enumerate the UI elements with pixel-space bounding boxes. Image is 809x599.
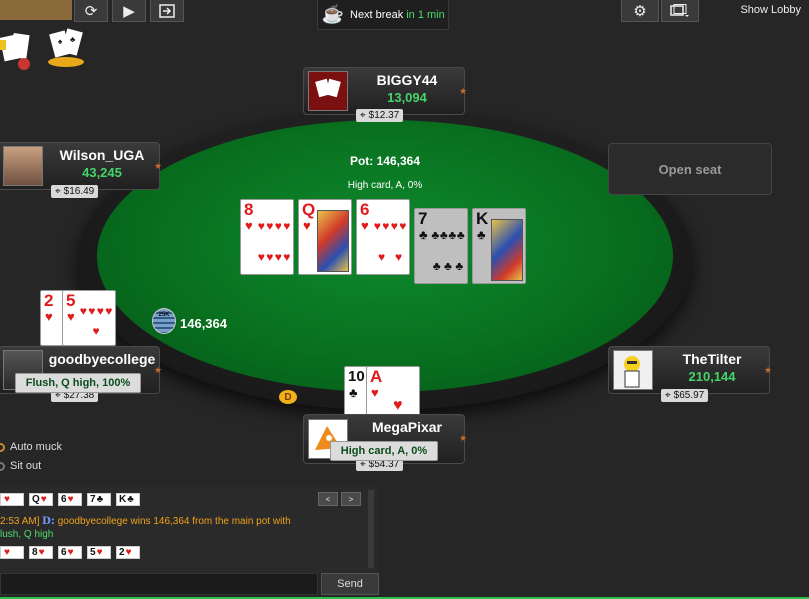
mini-card: K ♣ bbox=[116, 493, 140, 506]
mini-card: Q ♥ bbox=[29, 493, 53, 506]
hole-card-goodbyecollege-2: 5 ♥ ♥ ♥ ♥ ♥ ♥ bbox=[62, 290, 116, 346]
chat-prev-button[interactable]: < bbox=[318, 492, 338, 506]
next-break-time: in 1 min bbox=[406, 8, 445, 21]
exit-icon bbox=[159, 3, 175, 18]
avatar bbox=[613, 350, 653, 390]
mini-card: 8 ♥ bbox=[29, 546, 53, 559]
table-logo-strip bbox=[0, 0, 72, 20]
chat-message: 2:53 AM] D: goodbyecollege wins 146,364 … bbox=[0, 513, 291, 527]
cash-games-icon[interactable]: ♠ ♣ bbox=[44, 26, 90, 70]
seat-thetilter[interactable]: TheTilter 210,144 ★ bbox=[608, 346, 773, 394]
gear-icon: ⚙ bbox=[633, 2, 647, 20]
board-card-1: 8 ♥ ♥ ♥ ♥ ♥ ♥ ♥ ♥ ♥ bbox=[240, 199, 294, 275]
player-name: BIGGY44 bbox=[376, 72, 438, 88]
chat-message-line2: lush, Q high bbox=[0, 529, 54, 540]
hand-description: High card, A, 0% bbox=[347, 180, 423, 191]
board-card-2: Q ♥ bbox=[298, 199, 352, 275]
sit-out-option[interactable]: Sit out bbox=[0, 460, 41, 472]
play-icon: ▶ bbox=[123, 2, 135, 20]
player-chips: 43,245 bbox=[82, 165, 122, 180]
avatar bbox=[3, 146, 43, 186]
coffee-cup-icon: ☕ bbox=[321, 4, 345, 24]
board-card-4: 7 ♣ ♣ ♣ ♣ ♣ ♣ ♣ ♣ bbox=[414, 208, 468, 284]
chat-hand-row: ♥ 8 ♥ 6 ♥ 5 ♥ 2 ♥ bbox=[0, 546, 140, 559]
bounty-badge-thetilter: ⌖ $65.97 bbox=[661, 389, 709, 402]
mini-card: ♥ bbox=[0, 546, 24, 559]
next-break-indicator: ☕ Next break in 1 min bbox=[317, 0, 449, 30]
mini-card: 7 ♣ bbox=[87, 493, 111, 506]
chat-input[interactable] bbox=[0, 573, 318, 595]
layout-button[interactable] bbox=[661, 0, 699, 22]
avatar bbox=[308, 71, 348, 111]
settings-button[interactable]: ⚙ bbox=[621, 0, 659, 22]
mini-card: 2 ♥ bbox=[116, 546, 140, 559]
seat-wilson-uga[interactable]: Wilson_UGA 43,245 ★ bbox=[0, 142, 163, 190]
target-icon: ⌖ bbox=[360, 110, 366, 121]
exit-button[interactable] bbox=[150, 0, 184, 22]
queen-face-art bbox=[317, 210, 349, 272]
king-face-art bbox=[491, 219, 523, 281]
mini-card: 6 ♥ bbox=[58, 493, 82, 506]
layout-icon bbox=[670, 3, 689, 17]
hand-result-tooltip: Flush, Q high, 100% bbox=[15, 373, 141, 393]
player-chips: 13,094 bbox=[387, 90, 427, 105]
send-button[interactable]: Send bbox=[321, 573, 379, 595]
open-seat-button[interactable]: Open seat bbox=[608, 143, 772, 195]
board-card-3: 6 ♥ ♥ ♥ ♥ ♥ ♥ ♥ bbox=[356, 199, 410, 275]
bounty-badge-wilson-uga: ⌖ $16.49 bbox=[51, 185, 99, 198]
chat-next-button[interactable]: > bbox=[341, 492, 361, 506]
player-name: TheTilter bbox=[682, 351, 742, 367]
pot-chip-amount: 146,364 bbox=[180, 316, 227, 331]
mini-card: ♥ bbox=[0, 493, 24, 506]
mini-card: 6 ♥ bbox=[58, 546, 82, 559]
next-break-label: Next break bbox=[350, 8, 404, 21]
pot-total: Pot: 146,364 bbox=[349, 154, 421, 168]
hole-card-megapixar-2: A ♥ ♥ bbox=[366, 366, 420, 416]
chat-scrollbar[interactable] bbox=[368, 490, 374, 568]
star-icon: ★ bbox=[459, 433, 468, 443]
auto-muck-option[interactable]: Auto muck bbox=[0, 441, 62, 453]
dealer-button: D bbox=[279, 390, 297, 404]
tournament-icon[interactable] bbox=[0, 28, 40, 72]
rebuy-button[interactable]: ⟳ bbox=[74, 0, 108, 22]
star-icon: ★ bbox=[154, 365, 163, 375]
player-name: MegaPixar bbox=[371, 419, 443, 435]
chat-pager: < > bbox=[318, 492, 361, 506]
target-icon: ⌖ bbox=[665, 390, 671, 401]
hand-result-tooltip: High card, A, 0% bbox=[330, 441, 438, 461]
svg-text:♣: ♣ bbox=[70, 35, 76, 44]
target-icon: ⌖ bbox=[55, 186, 61, 197]
star-icon: ★ bbox=[154, 161, 163, 171]
player-chips: 210,144 bbox=[688, 369, 736, 384]
chat-board-row: ♥ Q ♥ 6 ♥ 7 ♣ K ♣ bbox=[0, 493, 140, 506]
star-icon: ★ bbox=[459, 86, 468, 96]
star-icon: ★ bbox=[764, 365, 773, 375]
bounty-badge-biggy44: ⌖ $12.37 bbox=[356, 109, 404, 122]
player-name: goodbyecollege bbox=[48, 351, 156, 367]
repeat-icon: ⟳ bbox=[84, 2, 98, 20]
mini-card: 5 ♥ bbox=[87, 546, 111, 559]
show-lobby-link[interactable]: Show Lobby bbox=[700, 0, 809, 20]
seat-biggy44[interactable]: BIGGY44 13,094 ★ bbox=[303, 67, 468, 115]
radio-icon[interactable] bbox=[0, 442, 5, 452]
play-button[interactable]: ▶ bbox=[112, 0, 146, 22]
chip-denomination: 25K bbox=[158, 312, 170, 318]
player-name: Wilson_UGA bbox=[59, 147, 145, 163]
board-card-5: K ♣ bbox=[472, 208, 526, 284]
radio-icon[interactable] bbox=[0, 461, 5, 471]
